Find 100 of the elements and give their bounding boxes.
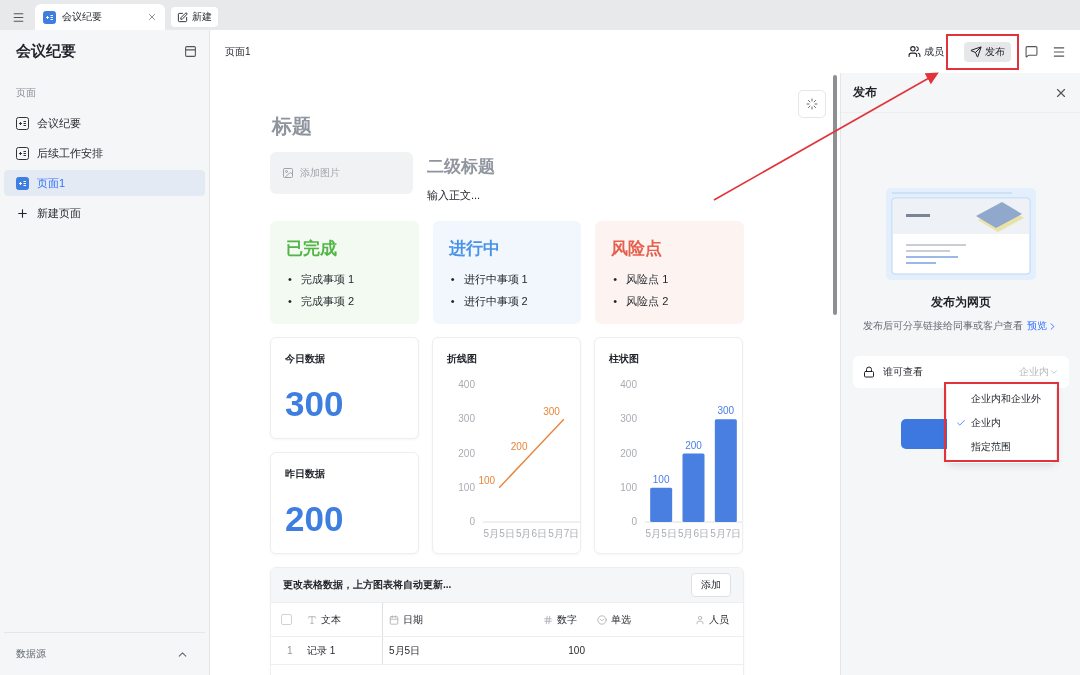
column-header[interactable]: 数字 bbox=[499, 603, 591, 636]
tick-label: 0 bbox=[469, 516, 475, 527]
body-text: 输入正文... bbox=[427, 188, 482, 203]
loading-icon bbox=[806, 98, 818, 110]
chart-title: 柱状图 bbox=[609, 352, 640, 366]
breadcrumb[interactable]: 页面1 bbox=[225, 44, 888, 59]
list-item: 风险点 1 bbox=[626, 272, 669, 287]
status-title: 已完成 bbox=[286, 238, 338, 260]
tick-label: 100 bbox=[458, 481, 475, 493]
data-label: 100 bbox=[478, 474, 496, 486]
data-label: 100 bbox=[652, 473, 670, 485]
data-source-label: 数据源 bbox=[16, 647, 46, 661]
panel-title: 发布 bbox=[853, 84, 877, 101]
check-icon bbox=[956, 418, 966, 428]
bullet-marker: • bbox=[613, 272, 618, 287]
section-label: 页面 bbox=[15, 86, 37, 100]
calendar-icon bbox=[389, 614, 399, 625]
subheading: 二级标题 bbox=[427, 156, 495, 178]
list-item: 进行中事项 2 bbox=[463, 294, 528, 309]
tab[interactable]: 会议纪要 bbox=[35, 4, 165, 30]
sidebar-item[interactable]: 后续工作安排 bbox=[4, 140, 205, 166]
chevron-circle-icon bbox=[597, 614, 607, 625]
users-icon bbox=[908, 45, 921, 58]
column-header[interactable]: 文本 bbox=[301, 603, 383, 636]
table-cell: 100 bbox=[568, 645, 585, 656]
hash-icon bbox=[543, 614, 553, 625]
bullet-marker: • bbox=[450, 272, 455, 287]
publish-button[interactable]: 发布 bbox=[964, 41, 1011, 62]
data-label: 200 bbox=[510, 440, 528, 452]
tick-label: 5月6日 bbox=[515, 528, 548, 539]
dropdown-option[interactable]: 企业内 bbox=[947, 411, 1056, 435]
add-button[interactable]: 添加 bbox=[691, 573, 731, 597]
tick-label: 300 bbox=[620, 413, 637, 425]
table-note: 更改表格数据，上方图表将自动更新... bbox=[283, 578, 452, 592]
bullet-marker: • bbox=[288, 294, 292, 309]
tick-label: 200 bbox=[458, 447, 475, 459]
loading-button[interactable] bbox=[798, 90, 826, 118]
tick-label: 5月6日 bbox=[677, 528, 710, 539]
column-header[interactable]: 单选 bbox=[591, 603, 681, 636]
pen-square-icon bbox=[177, 11, 188, 23]
stat-label: 今日数据 bbox=[285, 352, 326, 366]
stat-value: 200 bbox=[285, 499, 345, 539]
bullet-marker: • bbox=[288, 272, 292, 287]
dropdown-option[interactable]: 企业内和企业外 bbox=[947, 387, 1056, 411]
panel-icon[interactable] bbox=[184, 44, 197, 58]
column-header[interactable]: 人员 bbox=[681, 603, 743, 636]
data-label: 300 bbox=[543, 406, 560, 418]
bar bbox=[682, 453, 705, 522]
sidebar-title: 会议纪要 bbox=[16, 41, 76, 61]
bullet-marker: • bbox=[450, 294, 455, 309]
tick-label: 5月5日 bbox=[645, 528, 677, 539]
new-button[interactable]: 新建 bbox=[171, 7, 218, 27]
visibility-setting[interactable]: 谁可查看 企业内 bbox=[852, 356, 1069, 388]
members-button[interactable]: 成员 bbox=[902, 41, 950, 62]
scrollbar[interactable] bbox=[833, 75, 837, 315]
checkbox[interactable] bbox=[281, 614, 292, 625]
bullet-marker: • bbox=[613, 294, 618, 309]
document-icon bbox=[16, 176, 29, 190]
plus-icon bbox=[16, 206, 29, 220]
bar bbox=[650, 487, 673, 522]
preview-link[interactable]: 预览 bbox=[1027, 319, 1058, 333]
lock-icon bbox=[862, 366, 875, 378]
tick-label: 400 bbox=[620, 379, 637, 390]
sidebar-item[interactable]: 会议纪要 bbox=[4, 110, 205, 136]
table-cell: 5月5日 bbox=[389, 643, 421, 658]
user-icon bbox=[695, 614, 705, 625]
text-type-icon bbox=[307, 614, 317, 625]
dropdown-option[interactable]: 指定范围 bbox=[947, 435, 1056, 459]
publish-description: 发布后可分享链接给同事或客户查看 bbox=[863, 319, 1023, 333]
comment-icon[interactable] bbox=[1025, 45, 1038, 58]
tick-label: 400 bbox=[458, 379, 475, 390]
row-number: 1 bbox=[286, 645, 294, 656]
tick-label: 100 bbox=[620, 481, 637, 493]
tick-label: 5月5日 bbox=[483, 528, 515, 539]
tick-label: 200 bbox=[620, 447, 637, 459]
menu-icon[interactable] bbox=[1052, 44, 1066, 59]
document-icon bbox=[43, 10, 56, 24]
stat-value: 300 bbox=[285, 384, 345, 424]
list-item: 完成事项 1 bbox=[300, 272, 355, 287]
close-icon[interactable] bbox=[147, 12, 157, 22]
list-item: 完成事项 2 bbox=[300, 294, 355, 309]
publish-heading: 发布为网页 bbox=[930, 294, 991, 311]
list-item: 进行中事项 1 bbox=[463, 272, 528, 287]
chart-title: 折线图 bbox=[447, 352, 478, 366]
table-cell: 记录 1 bbox=[307, 643, 336, 658]
tick-label: 300 bbox=[458, 413, 475, 425]
stat-label: 昨日数据 bbox=[285, 467, 326, 481]
status-title: 风险点 bbox=[611, 238, 664, 260]
data-label: 300 bbox=[717, 405, 735, 417]
tick-label: 0 bbox=[631, 516, 637, 527]
send-icon bbox=[970, 45, 982, 58]
tick-label: 5月7日 bbox=[710, 528, 742, 539]
new-page-item[interactable]: 新建页面 bbox=[4, 200, 205, 226]
list-item: 风险点 2 bbox=[626, 294, 669, 309]
page-title: 标题 bbox=[272, 114, 313, 139]
document-icon bbox=[16, 116, 29, 130]
column-header[interactable]: 日期 bbox=[383, 603, 499, 636]
document-icon bbox=[16, 146, 29, 160]
status-title: 进行中 bbox=[448, 238, 501, 260]
sidebar-item[interactable]: 页面1 bbox=[4, 170, 205, 196]
